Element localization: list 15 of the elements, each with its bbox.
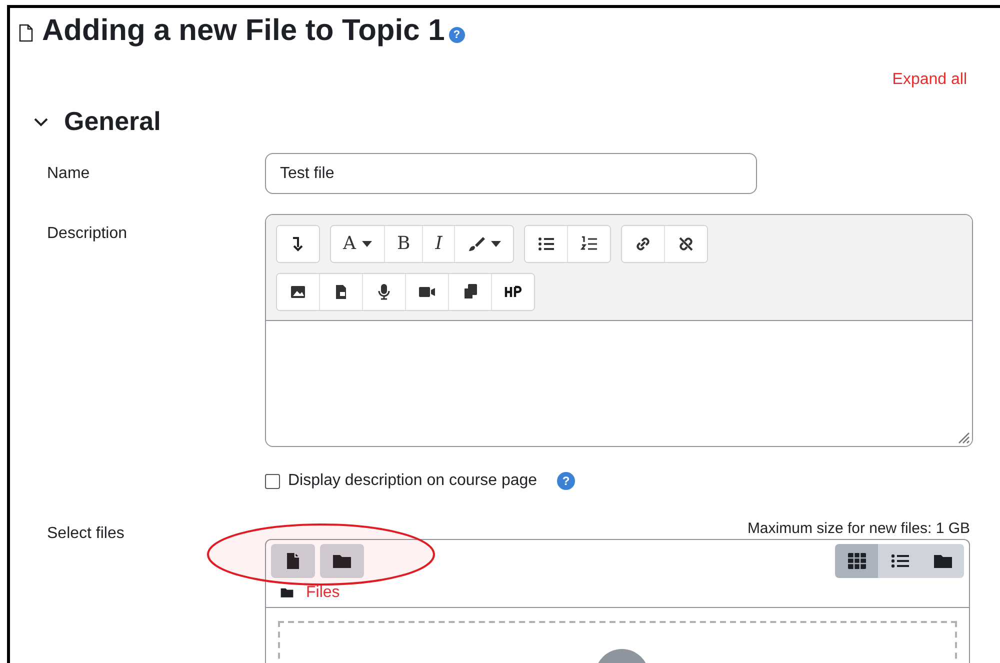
- name-input[interactable]: Test file: [265, 153, 757, 194]
- toolbar-button[interactable]: A: [331, 226, 385, 262]
- page-title: Adding a new File to Topic 1: [42, 13, 445, 49]
- toolbar-button[interactable]: B: [385, 226, 424, 262]
- field-label: Name: [47, 164, 91, 184]
- field-label: Select files: [47, 524, 126, 544]
- field-label: Description: [47, 224, 128, 244]
- help-icon[interactable]: ?: [557, 472, 576, 490]
- max-size-text: Maximum size for new files: 1 GB: [746, 519, 971, 539]
- help-icon[interactable]: ?: [448, 27, 465, 43]
- checkbox-label[interactable]: Display description on course page: [288, 469, 538, 493]
- breadcrumb-link[interactable]: Files: [306, 580, 340, 604]
- toolbar-button[interactable]: I: [423, 226, 456, 262]
- section-heading: General: [64, 105, 161, 138]
- expand-all-link[interactable]: Expand all: [892, 68, 967, 92]
